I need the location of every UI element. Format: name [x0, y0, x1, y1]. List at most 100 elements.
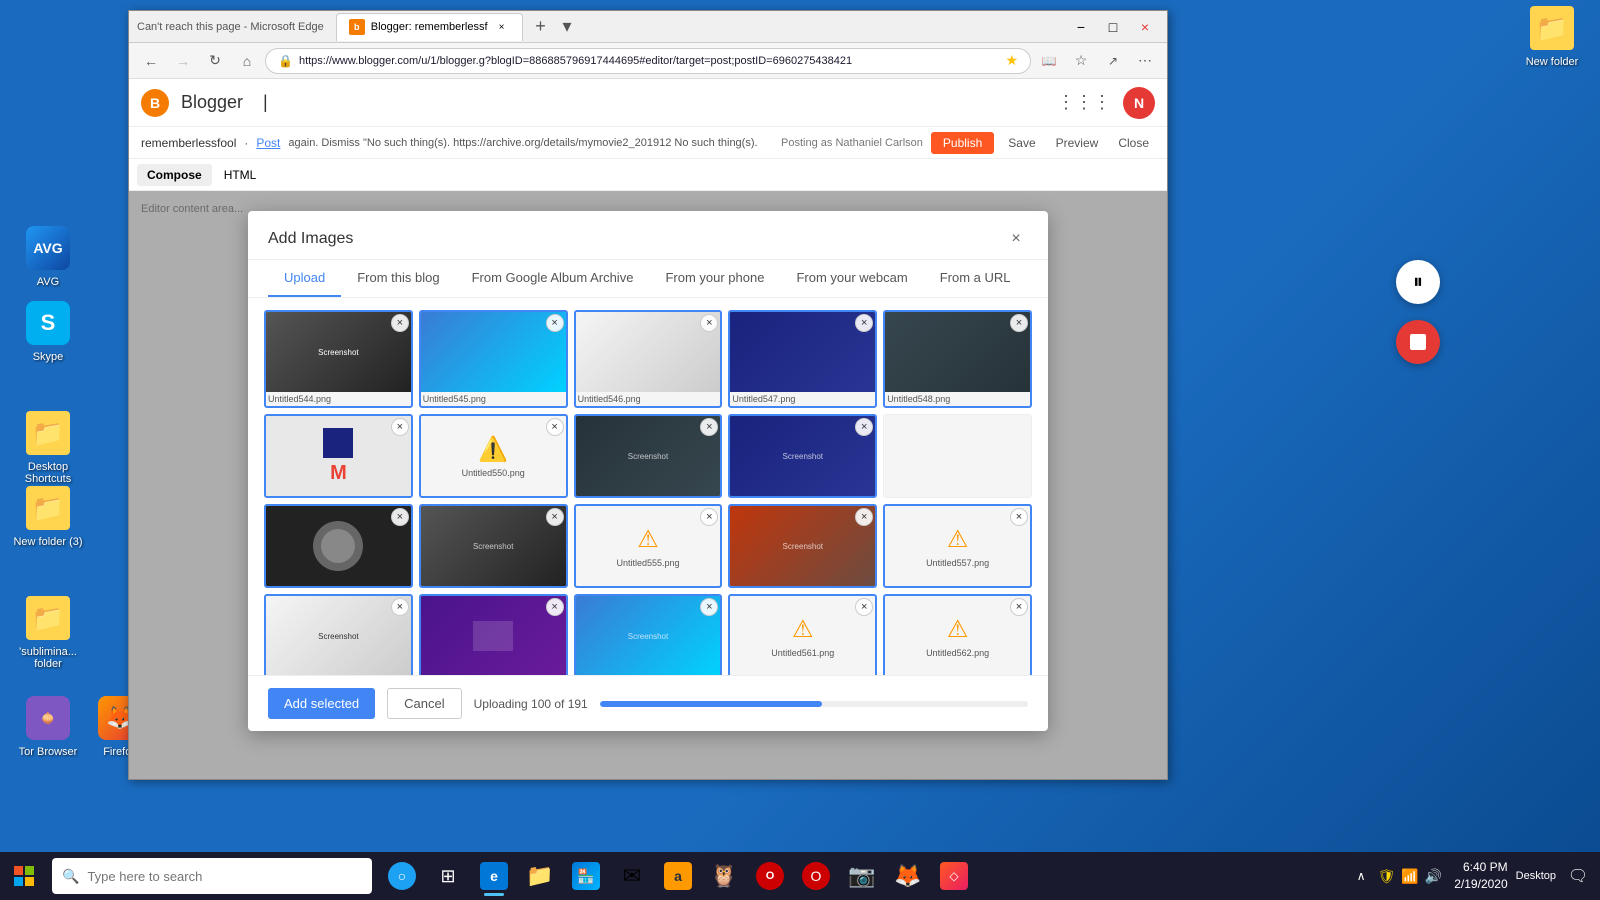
close-editor-button[interactable]: Close	[1112, 134, 1155, 152]
tab-from-webcam[interactable]: From your webcam	[780, 260, 923, 297]
taskbar-search-input[interactable]	[87, 869, 362, 884]
cancel-button[interactable]: Cancel	[387, 688, 461, 719]
desktop-icon-newfolder[interactable]: 📁 New folder (3)	[8, 480, 88, 552]
taskbar-mail[interactable]: ✉	[610, 854, 654, 898]
taskbar-time[interactable]: 6:40 PM 2/19/2020	[1454, 859, 1507, 893]
notifications-button[interactable]: 🗨	[1564, 862, 1592, 890]
image-remove-6[interactable]: ×	[546, 418, 564, 436]
image-item-3[interactable]: Untitled547.png ×	[728, 310, 877, 408]
browser-tab[interactable]: b Blogger: rememberlessf ×	[336, 13, 523, 41]
address-input[interactable]	[299, 55, 999, 67]
pause-button[interactable]: ⏸	[1396, 260, 1440, 304]
desktop-icon-avg[interactable]: AVG AVG	[8, 220, 88, 292]
desktop-icon-skype[interactable]: S Skype	[8, 295, 88, 367]
image-remove-5[interactable]: ×	[391, 418, 409, 436]
image-item-16[interactable]: Screenshot ×	[574, 594, 723, 675]
image-item-5[interactable]: M ×	[264, 414, 413, 498]
image-remove-0[interactable]: ×	[391, 314, 409, 332]
image-remove-15[interactable]: ×	[546, 598, 564, 616]
desktop-icon-torbrowser[interactable]: 🧅 Tor Browser	[8, 690, 88, 762]
image-remove-18[interactable]: ×	[1010, 598, 1028, 616]
taskbar-camera[interactable]: 📷	[840, 854, 884, 898]
image-item-12[interactable]: Screenshot ×	[728, 504, 877, 588]
image-item-9[interactable]: ×	[264, 504, 413, 588]
tab-close-button[interactable]: ×	[494, 19, 510, 35]
taskbar-unknown[interactable]: ◇	[932, 854, 976, 898]
desktop-icon-shortcuts[interactable]: 📁 Desktop Shortcuts	[8, 405, 88, 489]
tab-google-album[interactable]: From Google Album Archive	[456, 260, 650, 297]
image-remove-4[interactable]: ×	[1010, 314, 1028, 332]
image-item-11[interactable]: ⚠ Untitled555.png ×	[574, 504, 723, 588]
taskbar-firefox[interactable]: 🦊	[886, 854, 930, 898]
post-label: Post	[256, 136, 280, 150]
reading-mode-button[interactable]: 📖	[1035, 47, 1063, 75]
taskbar-tripadvisor[interactable]: 🦉	[702, 854, 746, 898]
home-button[interactable]: ⌂	[233, 47, 261, 75]
image-remove-13[interactable]: ×	[1010, 508, 1028, 526]
start-button[interactable]	[0, 852, 48, 900]
image-item-13[interactable]: ⚠ Untitled557.png ×	[883, 504, 1032, 588]
taskbar-store[interactable]: 🏪	[564, 854, 608, 898]
favorites-button[interactable]: ☆	[1067, 47, 1095, 75]
image-item-7[interactable]: Screenshot ×	[574, 414, 723, 498]
blogger-header-right: ⋮⋮⋮ N	[1057, 87, 1155, 119]
image-item-4[interactable]: Untitled548.png ×	[883, 310, 1032, 408]
preview-button[interactable]: Preview	[1050, 134, 1105, 152]
close-window-button[interactable]: ×	[1131, 13, 1159, 41]
save-button[interactable]: Save	[1002, 134, 1041, 152]
desktop-icon-newfolder-top[interactable]: 📁 New folder	[1512, 0, 1592, 72]
taskbar-edge[interactable]: e	[472, 854, 516, 898]
share-button[interactable]: ↗	[1099, 47, 1127, 75]
image-remove-14[interactable]: ×	[391, 598, 409, 616]
desktop-button[interactable]: Desktop	[1512, 870, 1560, 882]
address-bar[interactable]: 🔒 ★	[265, 48, 1031, 74]
new-tab-button[interactable]: +	[527, 13, 555, 41]
image-item-14[interactable]: Screenshot ×	[264, 594, 413, 675]
record-button[interactable]	[1396, 320, 1440, 364]
image-item-2[interactable]: Untitled546.png ×	[574, 310, 723, 408]
taskbar-app-icons: ○ ⊞ e 📁 🏪 ✉ a 🦉 O	[380, 854, 976, 898]
compose-tab[interactable]: Compose	[137, 164, 212, 186]
image-item-17[interactable]: ⚠ Untitled561.png ×	[728, 594, 877, 675]
tab-from-phone[interactable]: From your phone	[649, 260, 780, 297]
taskbar-amazon[interactable]: a	[656, 854, 700, 898]
html-tab[interactable]: HTML	[214, 164, 267, 186]
taskbar-files[interactable]: 📁	[518, 854, 562, 898]
taskbar-search-box[interactable]: 🔍	[52, 858, 372, 894]
desktop-icon-subliminal[interactable]: 📁 'sublimina... folder	[8, 590, 88, 674]
apps-grid-icon[interactable]: ⋮⋮⋮	[1057, 92, 1111, 113]
image-item-6[interactable]: ⚠️ Untitled550.png ×	[419, 414, 568, 498]
taskbar-cortana[interactable]: ○	[380, 854, 424, 898]
tab-upload[interactable]: Upload	[268, 260, 341, 297]
minimize-button[interactable]: −	[1067, 13, 1095, 41]
image-remove-1[interactable]: ×	[546, 314, 564, 332]
user-avatar[interactable]: N	[1123, 87, 1155, 119]
bookmark-star-icon[interactable]: ★	[1005, 52, 1018, 69]
maximize-button[interactable]: □	[1099, 13, 1127, 41]
modal-close-button[interactable]: ×	[1004, 227, 1028, 251]
taskbar-opera[interactable]: O	[794, 854, 838, 898]
image-remove-10[interactable]: ×	[546, 508, 564, 526]
image-item-8[interactable]: Screenshot ×	[728, 414, 877, 498]
settings-button[interactable]: ⋯	[1131, 47, 1159, 75]
back-button[interactable]: ←	[137, 47, 165, 75]
image-item-10[interactable]: Screenshot ×	[419, 504, 568, 588]
publish-button[interactable]: Publish	[931, 132, 994, 154]
taskbar-oracle[interactable]: O	[748, 854, 792, 898]
image-item-18[interactable]: ⚠ Untitled562.png ×	[883, 594, 1032, 675]
forward-button[interactable]: →	[169, 47, 197, 75]
tab-from-blog[interactable]: From this blog	[341, 260, 455, 297]
tab-list-button[interactable]: ▾	[563, 16, 572, 37]
show-hidden-icons[interactable]: ∧	[1357, 869, 1366, 883]
taskbar-taskview[interactable]: ⊞	[426, 854, 470, 898]
tab-from-url[interactable]: From a URL	[924, 260, 1027, 297]
refresh-button[interactable]: ↻	[201, 47, 229, 75]
image-item-0[interactable]: Screenshot Untitled544.png ×	[264, 310, 413, 408]
warning-icon-6: ⚠️	[478, 435, 508, 464]
add-selected-button[interactable]: Add selected	[268, 688, 375, 719]
image-thumb-1	[421, 312, 566, 392]
image-remove-9[interactable]: ×	[391, 508, 409, 526]
image-item-15[interactable]: ×	[419, 594, 568, 675]
image-thumb-7: Screenshot	[576, 416, 721, 496]
image-item-1[interactable]: Untitled545.png ×	[419, 310, 568, 408]
